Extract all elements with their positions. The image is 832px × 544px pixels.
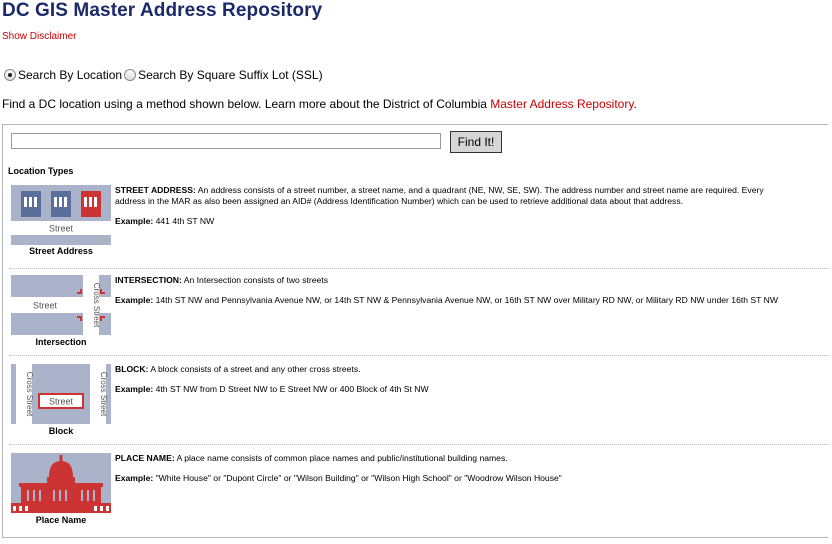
type-description: A place name consists of common place na… [174, 453, 508, 463]
find-it-button[interactable]: Find It! [450, 131, 502, 153]
block-description: BLOCK: A block consists of a street and … [115, 364, 795, 395]
intersection-description: INTERSECTION: An Intersection consists o… [115, 275, 795, 306]
row-divider [9, 444, 829, 445]
mar-link[interactable]: Master Address Repository [490, 97, 633, 111]
row-divider [9, 268, 829, 269]
thumb-street-text: Street [33, 301, 58, 311]
example-text: 14th ST NW and Pennsylvania Avenue NW, o… [153, 295, 778, 305]
type-description: An address consists of a street number, … [115, 185, 764, 206]
type-description: An Intersection consists of two streets [181, 275, 329, 285]
radio-label-location[interactable]: Search By Location [18, 68, 122, 82]
intro-body: Find a DC location using a method shown … [2, 97, 491, 111]
example-text: 4th ST NW from D Street NW to E Street N… [153, 384, 429, 394]
type-title: STREET ADDRESS: [115, 185, 196, 195]
location-types-heading: Location Types [8, 166, 74, 176]
radio-search-by-ssl[interactable] [124, 69, 137, 81]
capitol-building-icon [11, 453, 111, 513]
type-title: PLACE NAME: [115, 453, 175, 463]
thumb-cross-street-text-left: Cross Street [25, 372, 34, 417]
place-name-description: PLACE NAME: A place name consists of com… [115, 453, 795, 484]
search-input[interactable] [11, 133, 441, 149]
thumb-label-block: Block [48, 426, 74, 436]
example-text: 441 4th ST NW [153, 216, 215, 226]
type-description: A block consists of a street and any oth… [148, 364, 361, 374]
type-title: INTERSECTION: [115, 275, 182, 285]
row-divider [9, 355, 829, 356]
thumb-label-intersection: Intersection [35, 337, 87, 347]
type-title: BLOCK: [115, 364, 149, 374]
example-label: Example: [115, 295, 154, 305]
intro-suffix: . [633, 97, 637, 111]
search-mode-group: Search By Location Search By Square Suff… [4, 68, 325, 82]
search-panel: Find It! Location Types Street Street Ad… [2, 124, 829, 538]
radio-search-by-location[interactable] [4, 69, 16, 81]
page-title: DC GIS Master Address Repository [2, 0, 323, 21]
thumb-cross-street-text-right: Cross Street [99, 372, 108, 417]
example-label: Example: [115, 216, 154, 226]
example-text: "White House" or "Dupont Circle" or "Wil… [153, 473, 562, 483]
block-icon: Street Cross Street Cross Street [11, 364, 111, 424]
thumb-street-text: Street [49, 224, 74, 234]
example-label: Example: [115, 473, 154, 483]
example-label: Example: [115, 384, 154, 394]
street-address-description: STREET ADDRESS: An address consists of a… [115, 185, 795, 227]
radio-label-ssl[interactable]: Search By Square Suffix Lot (SSL) [138, 68, 323, 82]
thumb-label-street-address: Street Address [29, 246, 93, 256]
show-disclaimer-link[interactable]: Show Disclaimer [2, 31, 76, 42]
intersection-icon: Street Cross Street [11, 275, 111, 335]
intro-text: Find a DC location using a method shown … [2, 97, 637, 111]
thumb-street-text: Street [49, 397, 74, 407]
street-address-icon: Street [11, 185, 111, 245]
thumb-cross-street-text: Cross Street [92, 283, 101, 328]
thumb-label-place-name: Place Name [35, 515, 87, 525]
